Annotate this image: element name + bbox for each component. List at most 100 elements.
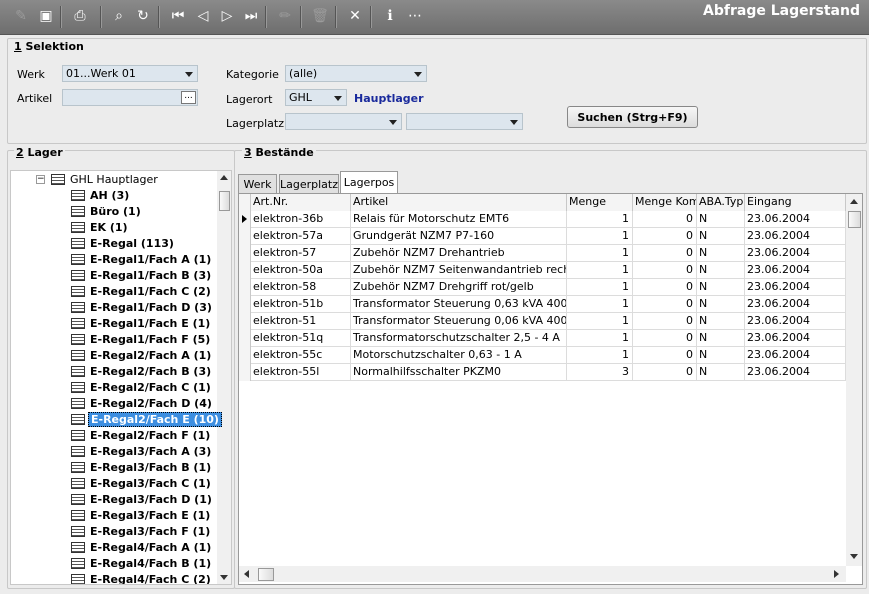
grid-vscrollbar[interactable] <box>846 194 862 566</box>
tree-node[interactable]: E-Regal1/Fach F (5) <box>71 331 212 347</box>
lagerplatz-select-1[interactable] <box>285 113 402 130</box>
grid-vscroll-thumb[interactable] <box>848 211 861 228</box>
tree-node[interactable]: E-Regal3/Fach C (1) <box>71 475 213 491</box>
row-marker[interactable] <box>239 228 251 245</box>
tree-scrollbar[interactable] <box>217 171 231 584</box>
tree-node[interactable]: E-Regal3/Fach F (1) <box>71 523 212 539</box>
lagerort-select[interactable]: GHL <box>285 89 347 106</box>
print-icon[interactable]: ⎙ <box>70 6 90 26</box>
tree-node[interactable]: E-Regal2/Fach D (4) <box>71 395 214 411</box>
scroll-left-icon[interactable] <box>244 570 249 578</box>
table-cell: 0 <box>633 313 697 330</box>
tree-node[interactable]: AH (3) <box>71 187 131 203</box>
row-marker[interactable] <box>239 279 251 296</box>
tree-node[interactable]: E-Regal2/Fach B (3) <box>71 363 213 379</box>
tree-node[interactable]: EK (1) <box>71 219 130 235</box>
tree-node[interactable]: E-Regal3/Fach D (1) <box>71 491 214 507</box>
row-marker[interactable] <box>239 330 251 347</box>
tree-node[interactable]: E-Regal1/Fach A (1) <box>71 251 213 267</box>
tree-node[interactable]: Büro (1) <box>71 203 143 219</box>
refresh-icon[interactable]: ↻ <box>133 6 153 26</box>
table-row[interactable]: elektron-55c Motorschutzschalter 0,63 - 1… <box>239 347 846 364</box>
table-cell: Grundgerät NZM7 P7-160 <box>351 228 567 245</box>
tree-node[interactable]: E-Regal1/Fach D (3) <box>71 299 214 315</box>
table-row[interactable]: elektron-51b Transformator Steuerung 0,63… <box>239 296 846 313</box>
tree-node[interactable]: E-Regal1/Fach B (3) <box>71 267 213 283</box>
artikel-field[interactable]: ... <box>62 89 198 106</box>
row-marker[interactable] <box>239 296 251 313</box>
table-cell: elektron-57 <box>251 245 351 262</box>
collapse-icon[interactable]: − <box>36 175 45 184</box>
scroll-down-icon[interactable] <box>220 575 228 580</box>
tree-node[interactable]: E-Regal4/Fach C (2) <box>71 571 213 584</box>
werk-select[interactable]: 01...Werk 01 <box>62 65 198 82</box>
warehouse-icon <box>51 173 65 185</box>
tree-node[interactable]: E-Regal1/Fach C (2) <box>71 283 213 299</box>
tree-node[interactable]: E-Regal3/Fach B (1) <box>71 459 213 475</box>
tree-node[interactable]: E-Regal3/Fach A (3) <box>71 443 213 459</box>
row-marker[interactable] <box>239 262 251 279</box>
edit-icon[interactable]: ✎ <box>11 6 31 26</box>
column-header[interactable]: Art.Nr. <box>251 194 351 211</box>
table-row[interactable]: elektron-51q Transformatorschutzschalter … <box>239 330 846 347</box>
more-icon[interactable]: ⋯ <box>405 6 425 26</box>
row-marker[interactable] <box>239 347 251 364</box>
lagerplatz-select-2[interactable] <box>406 113 523 130</box>
row-marker[interactable] <box>239 364 251 381</box>
table-row[interactable]: elektron-51 Transformator Steuerung 0,06 … <box>239 313 846 330</box>
tree-root-node[interactable]: GHL Hauptlager <box>51 171 160 187</box>
storage-location-icon <box>71 269 85 281</box>
tree-node[interactable]: E-Regal4/Fach B (1) <box>71 555 213 571</box>
grid-hscrollbar[interactable] <box>239 566 846 582</box>
table-row[interactable]: elektron-50a Zubehör NZM7 Seitenwandantri… <box>239 262 846 279</box>
delete-icon[interactable]: 🗑 <box>310 6 330 26</box>
tab-werk[interactable]: Werk <box>238 174 277 194</box>
kategorie-select[interactable]: (alle) <box>285 65 427 82</box>
scroll-up-icon[interactable] <box>850 199 858 204</box>
table-row[interactable]: elektron-57 Zubehör NZM7 Drehantrieb 1 0 N 23… <box>239 245 846 262</box>
pencil-icon[interactable]: ✏ <box>275 6 295 26</box>
search-button[interactable]: Suchen (Strg+F9) <box>567 106 698 128</box>
table-cell: 0 <box>633 330 697 347</box>
browse-ellipsis-button[interactable]: ... <box>181 91 196 104</box>
table-row[interactable]: elektron-57a Grundgerät NZM7 P7-160 1 0 N 23.… <box>239 228 846 245</box>
row-marker[interactable] <box>239 245 251 262</box>
table-row[interactable]: elektron-58 Zubehör NZM7 Drehgriff rot/ge… <box>239 279 846 296</box>
scroll-down-icon[interactable] <box>850 554 858 559</box>
tree-node[interactable]: E-Regal2/Fach A (1) <box>71 347 213 363</box>
tree-node[interactable]: E-Regal2/Fach C (1) <box>71 379 213 395</box>
tree-node-label: E-Regal2/Fach B (3) <box>90 364 212 378</box>
scroll-right-icon[interactable] <box>834 570 839 578</box>
row-marker[interactable] <box>239 313 251 330</box>
next-record-icon[interactable]: ▷ <box>217 6 237 26</box>
tree-node[interactable]: E-Regal2/Fach E (10) <box>71 411 222 427</box>
last-record-icon[interactable]: ⏭ <box>241 6 261 26</box>
tree-scroll-thumb[interactable] <box>219 191 230 211</box>
column-header[interactable]: Menge Kom. <box>633 194 697 211</box>
lager-tree[interactable]: − GHL Hauptlager AH (3) Büro (1) EK (1) E-Reg… <box>10 170 232 585</box>
column-header[interactable]: Eingang <box>745 194 846 211</box>
tree-node[interactable]: E-Regal4/Fach A (1) <box>71 539 213 555</box>
tree-node[interactable]: E-Regal1/Fach E (1) <box>71 315 212 331</box>
grid-hscroll-thumb[interactable] <box>258 568 274 581</box>
tab-lagerpos[interactable]: Lagerpos <box>340 171 398 193</box>
close-icon[interactable]: ✕ <box>345 6 365 26</box>
tab-lagerplatz[interactable]: Lagerplatz <box>279 174 339 194</box>
tree-node[interactable]: E-Regal3/Fach E (1) <box>71 507 212 523</box>
search-icon[interactable]: ⌕ <box>109 6 129 26</box>
table-row[interactable]: elektron-36b Relais für Motorschutz EMT6 1… <box>239 211 846 228</box>
tree-node-label: E-Regal1/Fach C (2) <box>90 284 211 298</box>
column-header[interactable]: Artikel <box>351 194 567 211</box>
previous-record-icon[interactable]: ◁ <box>193 6 213 26</box>
info-icon[interactable]: ℹ <box>380 6 400 26</box>
bestaende-grid[interactable]: Art.Nr. Artikel Menge Menge Kom. ABA.Typ Eing… <box>238 193 863 585</box>
scroll-up-icon[interactable] <box>220 175 228 180</box>
table-row[interactable]: elektron-55l Normalhilfsschalter PKZM0 3 0 N… <box>239 364 846 381</box>
tree-node[interactable]: E-Regal (113) <box>71 235 176 251</box>
column-header[interactable]: Menge <box>567 194 633 211</box>
column-header[interactable]: ABA.Typ <box>697 194 745 211</box>
save-icon[interactable]: ▣ <box>36 6 56 26</box>
tree-node[interactable]: E-Regal2/Fach F (1) <box>71 427 212 443</box>
first-record-icon[interactable]: ⏮ <box>168 6 188 26</box>
row-marker[interactable] <box>239 211 251 228</box>
